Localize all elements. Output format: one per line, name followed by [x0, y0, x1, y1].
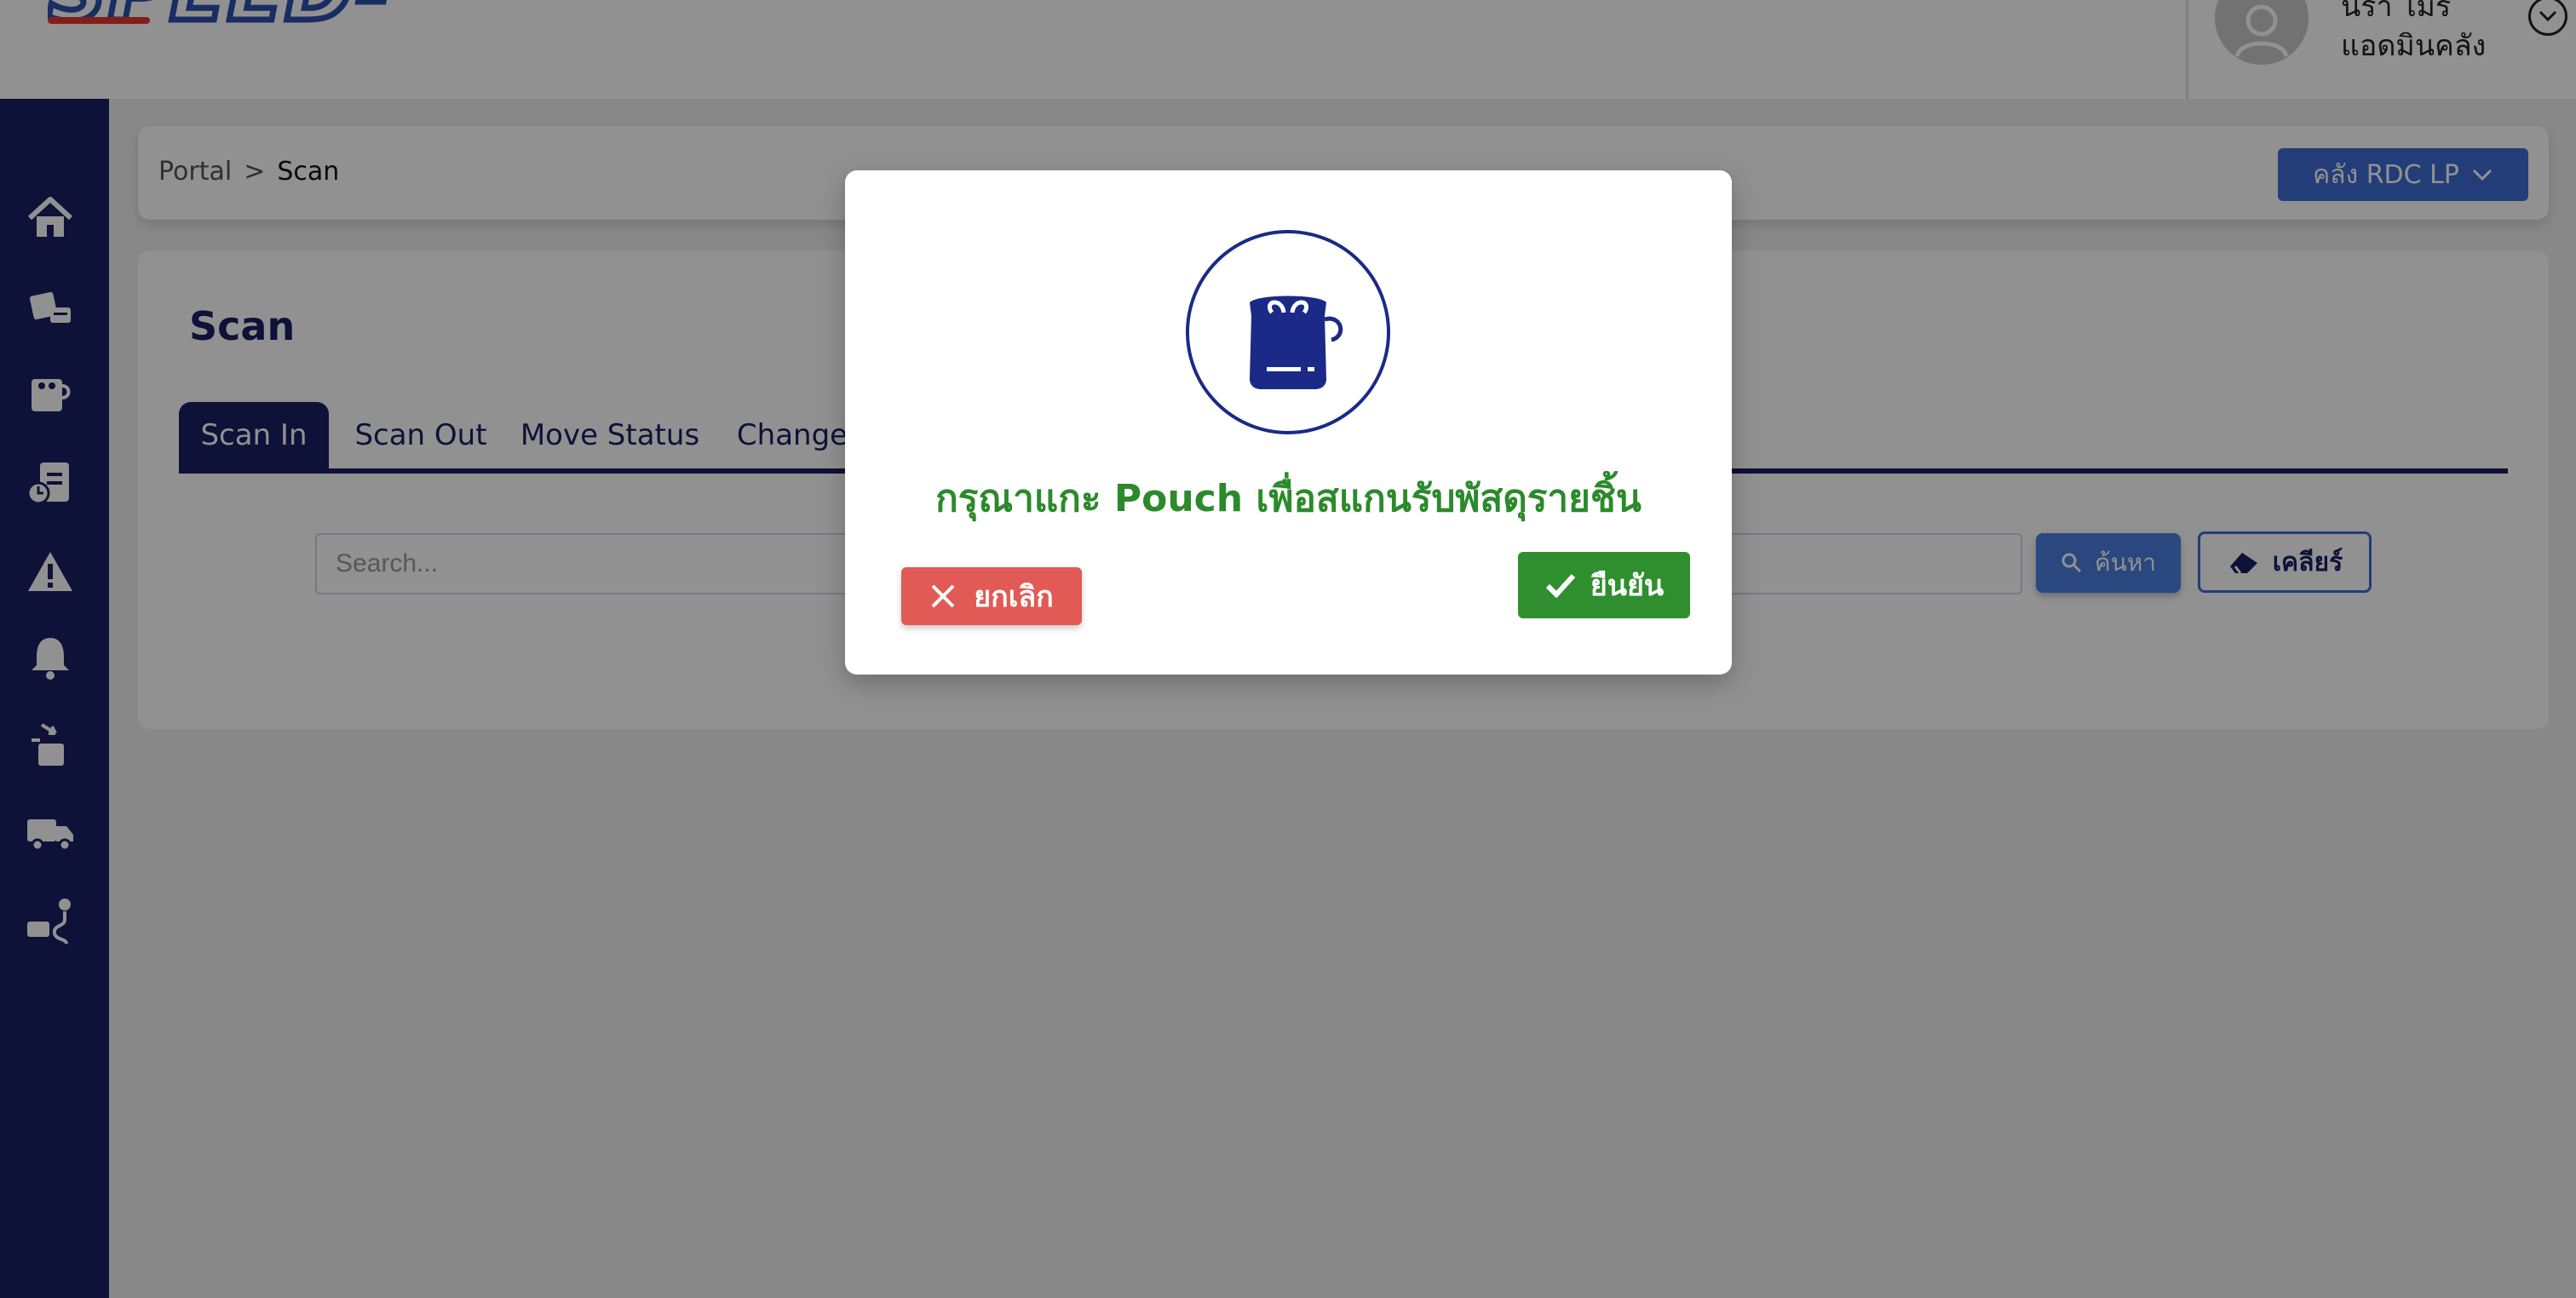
confirm-dialog: กรุณาแกะ Pouch เพื่อสแกนรับพัสดุรายชิ้น … — [845, 170, 1732, 675]
confirm-button[interactable]: ยืนยัน — [1518, 552, 1690, 618]
close-icon — [931, 584, 955, 608]
confirm-button-label: ยืนยัน — [1590, 569, 1665, 603]
check-icon — [1545, 573, 1576, 598]
cancel-button-label: ยกเลิก — [974, 580, 1054, 614]
modal-message: กรุณาแกะ Pouch เพื่อสแกนรับพัสดุรายชิ้น — [935, 477, 1642, 520]
pouch-icon-circle — [1186, 230, 1390, 434]
cancel-button[interactable]: ยกเลิก — [901, 567, 1082, 625]
pouch-bag-icon — [1250, 296, 1343, 389]
